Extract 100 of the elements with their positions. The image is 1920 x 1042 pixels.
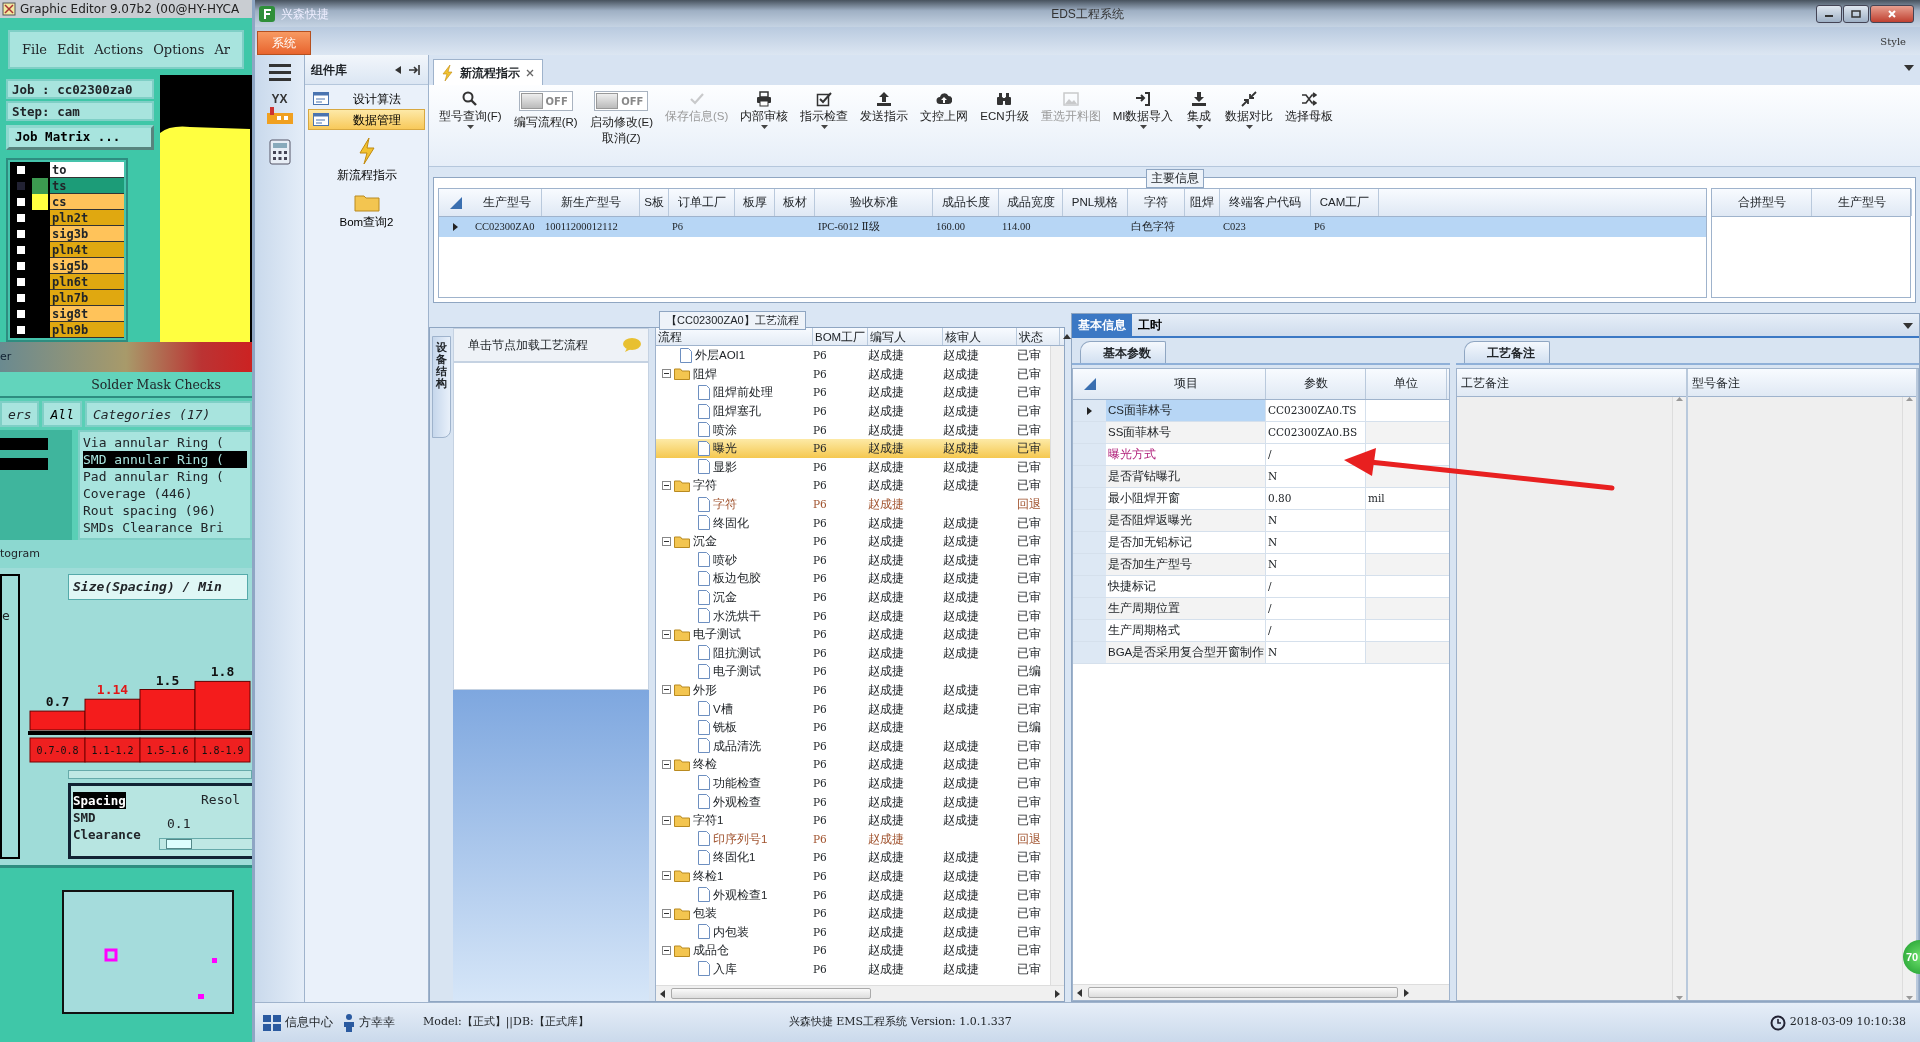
job-matrix-button[interactable]: Job Matrix ... [6,125,154,150]
toolbar-button[interactable]: ECN升级 [974,91,1035,166]
dropdown-icon[interactable] [1903,323,1913,329]
tree-row[interactable]: 阻抗测试 P6 赵成捷 赵成捷 已审 [656,643,1050,663]
menu-item[interactable]: Actions [94,39,144,60]
tool-button[interactable]: 新流程指示 [305,133,428,189]
tree-row[interactable]: 包装 P6 赵成捷 赵成捷 已审 [656,903,1050,923]
tree-item-label[interactable]: 外观检查 [713,792,761,811]
tree-row[interactable]: 内包装 P6 赵成捷 赵成捷 已审 [656,922,1050,941]
tree-item-label[interactable]: 阻焊塞孔 [713,402,761,421]
tree-row[interactable]: 电子测试 P6 赵成捷 赵成捷 已审 [656,624,1050,644]
tree-item-label[interactable]: 印序列号1 [713,829,768,848]
tree-item-label[interactable]: 外观检查1 [713,885,768,904]
column-header[interactable]: 参数 [1266,369,1366,399]
tree-row[interactable]: 功能检查 P6 赵成捷 赵成捷 已审 [656,773,1050,793]
tree-row[interactable]: 沉金 P6 赵成捷 赵成捷 已审 [656,531,1050,551]
column-header[interactable]: 核审人 [943,328,1017,345]
table-row[interactable]: 是否阻焊返曝光 N [1073,510,1449,532]
category-item[interactable]: Pad annular Ring ( [83,468,247,485]
list-item[interactable]: SMD [73,809,96,827]
tree-item-label[interactable]: 终检1 [693,866,724,885]
tree-item-label[interactable]: 喷涂 [713,420,737,439]
toolbar-button[interactable]: MI数据导入 [1106,91,1180,166]
collapse-icon[interactable] [662,759,671,769]
filter-tab[interactable]: ers [0,401,40,427]
collapse-icon[interactable] [662,815,671,825]
tree-item-label[interactable]: 成品仓 [693,941,729,960]
table-row[interactable]: 是否加生产型号 N [1073,554,1449,576]
table-row[interactable]: BGA是否采用复合型开窗制作 N [1073,642,1449,664]
side-tab[interactable]: 设备结构 [432,336,451,438]
collapse-icon[interactable] [662,871,671,881]
tree-row[interactable]: 印序列号1 P6 赵成捷 回退 [656,829,1050,849]
column-header[interactable]: PNL规格 [1063,189,1128,216]
layer-name[interactable]: to [50,161,124,178]
column-header[interactable]: 项目 [1106,369,1266,399]
column-header[interactable]: CAM工厂 [1311,189,1379,216]
category-item[interactable]: SMDs Clearance Bri [83,519,247,536]
toolbar-button[interactable]: 选择母板 [1279,91,1340,166]
tree-row[interactable]: 阻焊前处理 P6 赵成捷 赵成捷 已审 [656,383,1050,402]
tree-item-label[interactable]: 功能检查 [713,773,761,792]
tree-row[interactable]: 板边包胶 P6 赵成捷 赵成捷 已审 [656,569,1050,588]
toolbar-button[interactable]: 文控上网 [914,91,975,166]
tree-item-label[interactable]: 阻抗测试 [713,643,761,662]
tree-row[interactable]: V槽 P6 赵成捷 赵成捷 已审 [656,699,1050,718]
tree-row[interactable]: 字符 P6 赵成捷 赵成捷 已审 [656,476,1050,495]
menu-item[interactable]: Ar [214,39,230,60]
tree-item-label[interactable]: 终固化1 [713,848,756,867]
tree-row[interactable]: 成品仓 P6 赵成捷 赵成捷 已审 [656,941,1050,960]
close-icon[interactable] [526,68,534,77]
table-row[interactable]: 是否背钻曝孔 N [1073,466,1449,488]
category-item[interactable]: Coverage (446) [83,485,247,502]
tree-item-label[interactable]: 电子测试 [713,662,761,681]
row-header[interactable] [1073,400,1106,421]
panel-item[interactable]: 设计算法 [308,88,425,109]
scroll-right-icon[interactable] [1055,989,1060,998]
tree-row[interactable]: 外观检查 P6 赵成捷 赵成捷 已审 [656,792,1050,811]
scroll-right-icon[interactable] [1404,988,1409,997]
column-header[interactable]: 阻焊 [1185,189,1220,216]
dropdown-icon[interactable] [1904,65,1914,71]
tree-row[interactable]: 成品清洗 P6 赵成捷 赵成捷 已审 [656,736,1050,756]
tree-row[interactable]: 水洗烘干 P6 赵成捷 赵成捷 已审 [656,606,1050,625]
tree-row[interactable]: 终固化 P6 赵成捷 赵成捷 已审 [656,513,1050,532]
column-header[interactable]: 板材 [775,189,815,216]
column-header[interactable]: 成品长度 [933,189,999,216]
scrollbar[interactable] [68,769,252,780]
list-item[interactable]: Clearance [73,826,141,844]
info-center-button[interactable]: 信息中心 [263,1013,333,1032]
tree-item-label[interactable]: 阻焊前处理 [713,383,773,402]
panel-item[interactable]: 数据管理 [308,109,425,130]
scroll-up-icon[interactable] [1063,334,1071,339]
category-item[interactable]: Via annular Ring ( [83,434,247,451]
tree-item-label[interactable]: 内包装 [713,922,749,941]
toolbar-button[interactable]: 集成 [1179,91,1220,166]
back-icon[interactable] [394,64,402,75]
tree-item-label[interactable]: 字符1 [693,811,724,830]
toolbar-button[interactable]: 内部审核 [734,91,795,166]
tree-item-label[interactable]: 沉金 [693,532,717,551]
column-header[interactable]: 验收标准 [815,189,933,216]
column-header[interactable]: 终端客户代码 [1220,189,1311,216]
collapse-icon[interactable] [662,685,671,695]
tree-row[interactable]: 外形 P6 赵成捷 赵成捷 已审 [656,680,1050,700]
toolbar-button[interactable]: 发送指示 [854,91,915,166]
tree-row[interactable]: 喷砂 P6 赵成捷 赵成捷 已审 [656,550,1050,570]
tree-item-label[interactable]: 终固化 [713,513,749,532]
column-header[interactable]: 型号备注 [1687,369,1916,397]
tree-row[interactable]: 终检 P6 赵成捷 赵成捷 已审 [656,755,1050,774]
tab[interactable]: 工艺备注 [1464,341,1550,363]
calculator-icon[interactable] [266,139,293,165]
collapse-icon[interactable] [662,369,671,379]
tree-item-label[interactable]: V槽 [713,699,733,718]
tree-item-label[interactable]: 沉金 [713,588,737,606]
tree-row[interactable]: 外观检查1 P6 赵成捷 赵成捷 已审 [656,885,1050,904]
tab[interactable]: 基本参数 [1080,341,1166,363]
tree-item-label[interactable]: 字符 [713,495,737,514]
collapse-icon[interactable] [662,536,671,546]
column-header[interactable]: 字符 [1128,189,1185,216]
menu-item[interactable]: Options [153,39,205,60]
tree-row[interactable]: 曝光 P6 赵成捷 赵成捷 已审 [656,438,1050,458]
table-row[interactable]: CS面菲林号 CC02300ZA0.TS [1073,400,1449,422]
table-row[interactable]: 生产周期位置 / [1073,598,1449,620]
